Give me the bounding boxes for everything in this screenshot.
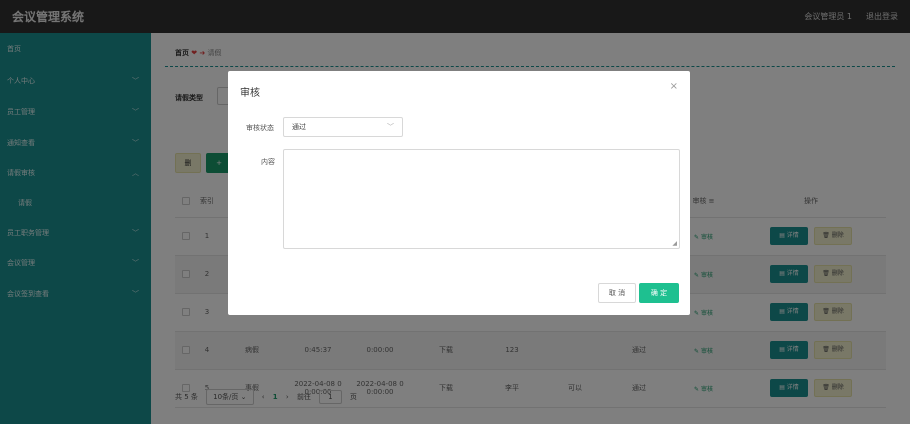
chevron-down-icon: ﹀: [387, 123, 394, 131]
cancel-button[interactable]: 取 消: [598, 283, 636, 303]
dialog-title: 审核: [240, 88, 260, 99]
close-icon[interactable]: ×: [670, 81, 678, 92]
content-label: 内容: [261, 158, 275, 166]
content-textarea[interactable]: ◢: [283, 149, 680, 249]
status-label: 审核状态: [246, 124, 274, 132]
resize-handle-icon[interactable]: ◢: [672, 240, 677, 247]
audit-dialog: 审核 × 审核状态 通过 ﹀ 内容 ◢ 取 消 确 定: [228, 71, 690, 315]
status-select[interactable]: 通过 ﹀: [283, 117, 403, 137]
status-select-value: 通过: [292, 123, 306, 131]
confirm-button[interactable]: 确 定: [639, 283, 679, 303]
